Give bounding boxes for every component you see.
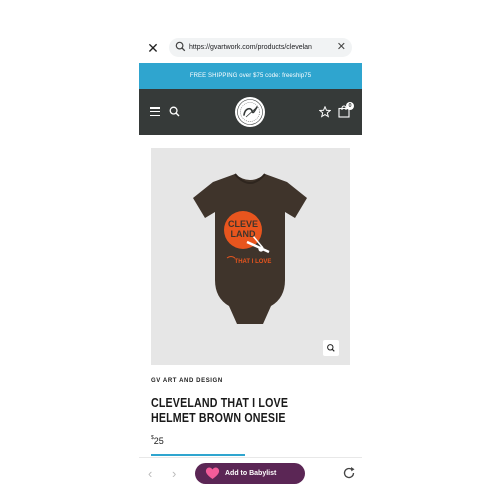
price-divider bbox=[151, 454, 245, 456]
url-text: https://gvartwork.com/products/clevelan bbox=[189, 44, 312, 51]
promo-banner: FREE SHIPPING over $75 code: freeship75 bbox=[139, 63, 362, 89]
product-price: $25 bbox=[151, 435, 164, 446]
bottom-toolbar: ‹ › Add to Babylist bbox=[139, 457, 362, 490]
shirt-text-line2: LAND bbox=[231, 229, 256, 239]
shirt-text-line1: CLEVE bbox=[228, 219, 258, 229]
search-icon bbox=[175, 41, 186, 52]
close-tab-icon[interactable]: ✕ bbox=[146, 41, 160, 55]
heart-icon bbox=[205, 467, 220, 479]
add-to-babylist-button[interactable]: Add to Babylist bbox=[195, 463, 305, 484]
site-header: 0 bbox=[139, 89, 362, 135]
price-currency: $ bbox=[151, 435, 154, 441]
product-image[interactable]: CLEVE LAND THAT I LOVE bbox=[151, 148, 350, 365]
menu-icon[interactable] bbox=[150, 107, 160, 117]
onesie-shape bbox=[193, 174, 307, 324]
forward-arrow-icon[interactable]: › bbox=[172, 467, 176, 480]
browser-address-bar: ✕ https://gvartwork.com/products/clevela… bbox=[139, 34, 362, 63]
logo[interactable] bbox=[234, 96, 266, 128]
cart-button[interactable]: 0 bbox=[338, 102, 354, 119]
back-arrow-icon[interactable]: ‹ bbox=[148, 467, 152, 480]
clear-url-icon[interactable]: ✕ bbox=[337, 41, 346, 54]
zoom-button[interactable] bbox=[323, 340, 339, 356]
magnify-icon bbox=[327, 344, 335, 352]
shirt-text-line3: THAT I LOVE bbox=[235, 259, 272, 265]
babylist-label: Add to Babylist bbox=[225, 470, 277, 477]
onesie-illustration: CLEVE LAND THAT I LOVE bbox=[193, 173, 307, 324]
price-amount: 25 bbox=[153, 436, 164, 446]
url-field[interactable]: https://gvartwork.com/products/clevelan … bbox=[169, 38, 352, 57]
product-title: CLEVELAND THAT I LOVE HELMET BROWN ONESI… bbox=[151, 395, 289, 425]
mobile-viewport: ✕ https://gvartwork.com/products/clevela… bbox=[139, 34, 362, 490]
product-vendor[interactable]: GV ART AND DESIGN bbox=[151, 378, 223, 384]
wishlist-star-icon[interactable] bbox=[319, 106, 331, 118]
refresh-icon[interactable] bbox=[342, 466, 356, 480]
cart-count-badge: 0 bbox=[346, 102, 354, 110]
search-icon[interactable] bbox=[169, 106, 180, 117]
